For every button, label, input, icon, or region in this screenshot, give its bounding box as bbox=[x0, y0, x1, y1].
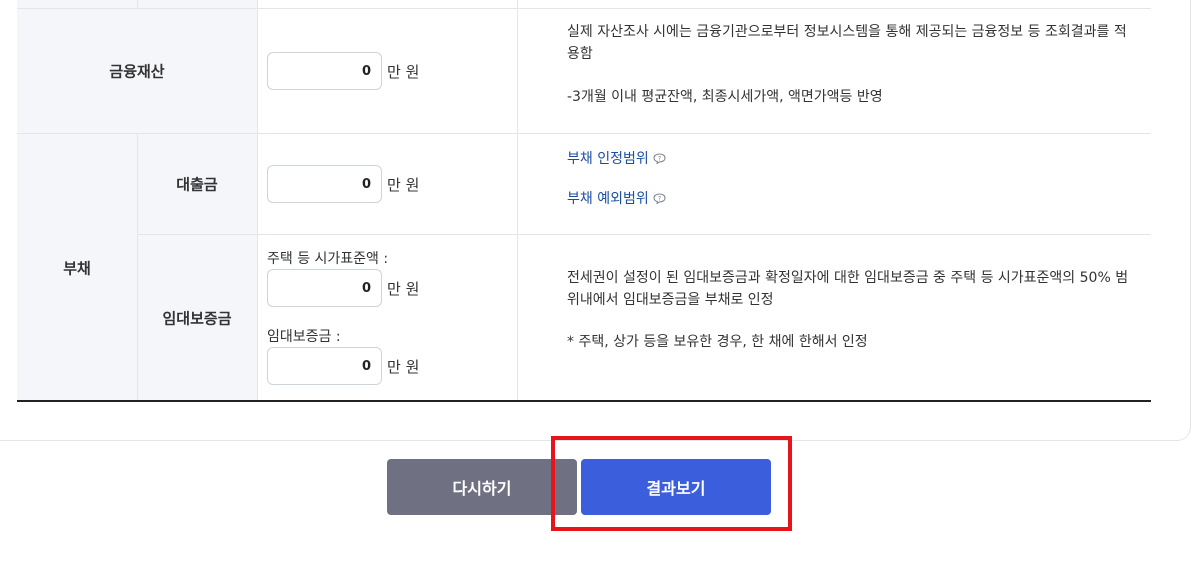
financial-assets-label: 금융재산 bbox=[109, 62, 165, 81]
rental-deposit-input[interactable] bbox=[267, 347, 382, 385]
financial-assets-input[interactable] bbox=[267, 52, 382, 90]
question-bubble-icon: ? bbox=[653, 152, 666, 164]
rental-deposit-label: 임대보증금 bbox=[162, 309, 232, 328]
debt-label: 부채 bbox=[63, 259, 91, 278]
loan-input[interactable] bbox=[267, 165, 382, 203]
debt-exception-link[interactable]: 부채 예외범위 ? bbox=[567, 188, 666, 208]
link-label: 부채 인정범위 bbox=[567, 151, 649, 167]
divider bbox=[17, 8, 1151, 9]
divider bbox=[137, 0, 138, 8]
svg-text:?: ? bbox=[658, 154, 661, 162]
divider bbox=[517, 0, 518, 400]
financial-assets-desc: 실제 자산조사 시에는 금융기관으로부터 정보시스템을 통해 제공되는 금융정보… bbox=[567, 24, 1127, 62]
link-label: 부채 예외범위 bbox=[567, 191, 649, 207]
debt-recognition-link[interactable]: 부채 인정범위 ? bbox=[567, 148, 666, 168]
unit-label: 만 원 bbox=[387, 176, 420, 194]
loan-label: 대출금 bbox=[176, 175, 218, 194]
divider bbox=[137, 133, 138, 401]
divider bbox=[257, 0, 258, 400]
reset-button[interactable]: 다시하기 bbox=[387, 459, 577, 515]
table-bottom-border bbox=[17, 400, 1151, 402]
house-standard-price-input[interactable] bbox=[267, 269, 382, 307]
divider bbox=[17, 133, 1151, 134]
question-bubble-icon: ? bbox=[653, 192, 666, 204]
unit-label: 만 원 bbox=[387, 358, 420, 376]
house-standard-price-label: 주택 등 시가표준액 : bbox=[267, 251, 389, 267]
rental-deposit-sub-label: 임대보증금 : bbox=[267, 329, 341, 345]
rental-deposit-note: * 주택, 상가 등을 보유한 경우, 한 채에 한해서 인정 bbox=[567, 334, 868, 350]
divider bbox=[137, 234, 1151, 235]
unit-label: 만 원 bbox=[387, 280, 420, 298]
unit-label: 만 원 bbox=[387, 63, 420, 81]
highlight-box bbox=[551, 436, 792, 531]
svg-text:?: ? bbox=[658, 194, 661, 202]
rental-deposit-desc: 전세권이 설정이 된 임대보증금과 확정일자에 대한 임대보증금 중 주택 등 … bbox=[567, 270, 1129, 308]
financial-assets-desc-note: -3개월 이내 평균잔액, 최종시세가액, 액면가액등 반영 bbox=[567, 89, 883, 105]
